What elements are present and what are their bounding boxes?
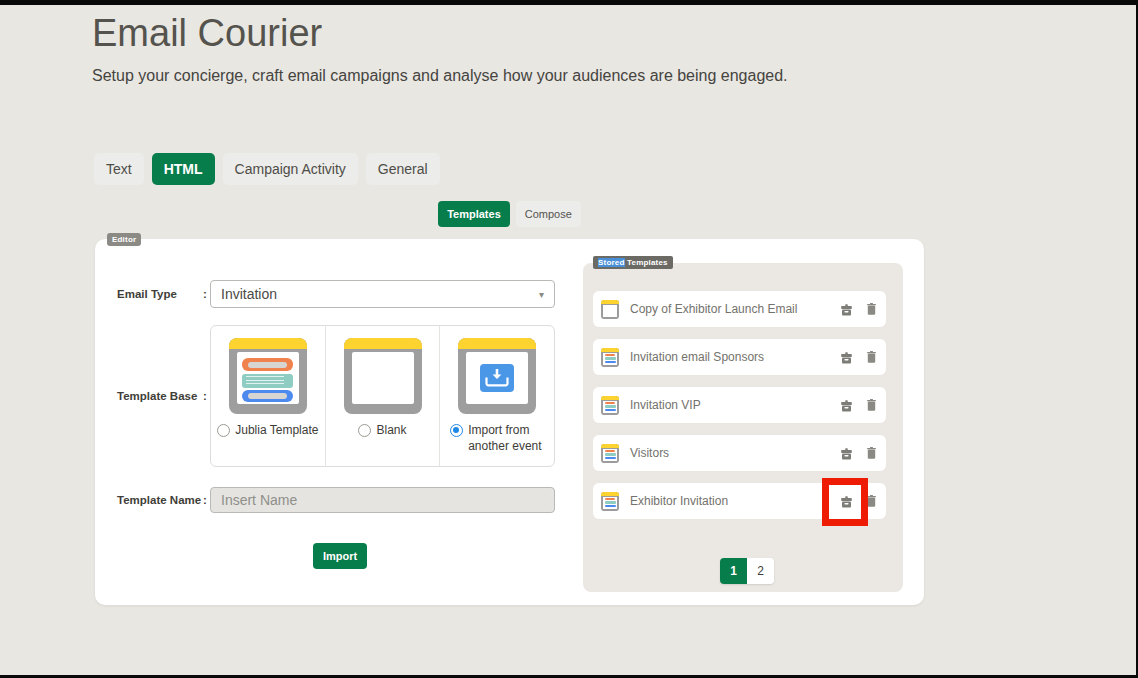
trash-icon[interactable] [867,351,876,363]
tab-html[interactable]: HTML [152,153,215,185]
lock-icon[interactable] [840,351,853,364]
thumbnail-header-bar [344,338,422,349]
editor-card: Editor Email Type : Invitation ▾ Templat… [95,239,924,605]
mini-header-bar [601,492,619,496]
thumbnail-teal-block [242,374,293,388]
page-button-1[interactable]: 1 [720,558,747,584]
radio-label-jublia[interactable]: Jublia Template [235,423,318,439]
email-type-row: Email Type : Invitation ▾ [117,280,555,308]
striped-template-icon [601,444,619,463]
badge-word-stored: Stored [598,258,625,267]
stored-templates-panel: Stored Templates Copy of Exhibitor Launc… [583,263,903,592]
striped-template-icon [601,492,619,511]
template-row[interactable]: Invitation VIP [593,387,886,423]
email-type-select[interactable]: Invitation ▾ [210,280,555,308]
import-thumbnail [458,338,536,414]
template-base-colon: : [200,390,210,402]
email-type-label: Email Type [117,288,200,300]
template-name-label: Template Name [117,494,200,506]
window-border-top [0,0,1138,5]
template-base-label: Template Base [117,390,200,402]
mini-content [603,353,617,365]
template-name-colon: : [200,494,210,506]
blank-template-icon [601,300,619,319]
template-name-row: Template Name : Insert Name [117,487,555,513]
mini-header-bar [601,348,619,352]
template-name: Invitation VIP [630,398,701,412]
page-header: Email Courier Setup your concierge, craf… [92,12,788,85]
import-download-icon [480,364,514,392]
mini-header-bar [601,444,619,448]
badge-word-templates: Templates [627,258,668,267]
thumbnail-blue-pill [242,390,293,402]
email-type-value: Invitation [221,286,277,302]
import-button[interactable]: Import [313,543,367,569]
template-name: Exhibitor Invitation [630,494,728,508]
subtab-compose[interactable]: Compose [516,201,581,227]
striped-template-icon [601,348,619,367]
thumbnail-content [352,352,414,404]
template-row[interactable]: Visitors [593,435,886,471]
page-title: Email Courier [92,12,788,55]
page-subtitle: Setup your concierge, craft email campai… [92,67,788,85]
template-name: Copy of Exhibitor Launch Email [630,302,797,316]
stored-templates-badge: Stored Templates [593,256,673,269]
radio-jublia-template[interactable] [217,424,230,437]
template-row[interactable]: Copy of Exhibitor Launch Email [593,291,886,327]
radio-label-blank[interactable]: Blank [376,423,406,439]
thumbnail-content [237,352,299,404]
subtab-templates[interactable]: Templates [438,201,510,227]
radio-label-import[interactable]: Import from another event [468,423,544,454]
template-row[interactable]: Invitation email Sponsors [593,339,886,375]
template-base-row: Template Base : Jublia Template [117,325,555,467]
radio-import[interactable] [450,424,463,437]
mini-content [603,449,617,461]
thumbnail-header-bar [458,338,536,349]
template-base-options: Jublia Template Blank [210,325,555,467]
pagination: 1 2 [720,558,774,584]
page-button-2[interactable]: 2 [747,558,774,584]
template-name-placeholder: Insert Name [221,492,297,508]
lock-icon[interactable] [840,399,853,412]
option-import[interactable]: Import from another event [439,326,554,466]
thumbnail-content [466,352,528,404]
template-name: Invitation email Sponsors [630,350,764,364]
chevron-down-icon: ▾ [539,289,544,300]
thumbnail-orange-pill [242,358,293,371]
mini-content [603,401,617,413]
lock-icon[interactable] [840,447,853,460]
radio-blank[interactable] [358,424,371,437]
tab-general[interactable]: General [366,153,440,185]
trash-icon[interactable] [867,495,876,507]
annotation-highlight-box [822,478,868,526]
mini-content [603,497,617,509]
striped-template-icon [601,396,619,415]
trash-icon[interactable] [867,303,876,315]
option-jublia-template[interactable]: Jublia Template [211,326,325,466]
thumbnail-header-bar [229,338,307,349]
blank-thumbnail [344,338,422,414]
mini-header-bar [601,300,619,304]
jublia-template-thumbnail [229,338,307,414]
mini-header-bar [601,396,619,400]
trash-icon[interactable] [867,447,876,459]
tab-text[interactable]: Text [94,153,144,185]
email-type-colon: : [200,288,210,300]
trash-icon[interactable] [867,399,876,411]
sub-tabs: Templates Compose [95,201,924,227]
tab-campaign-activity[interactable]: Campaign Activity [223,153,358,185]
main-tabs: Text HTML Campaign Activity General [94,153,440,185]
lock-icon[interactable] [840,303,853,316]
editor-badge: Editor [107,233,141,246]
mini-content [603,305,617,317]
template-name-input[interactable]: Insert Name [210,487,555,513]
option-blank[interactable]: Blank [325,326,440,466]
template-name: Visitors [630,446,669,460]
